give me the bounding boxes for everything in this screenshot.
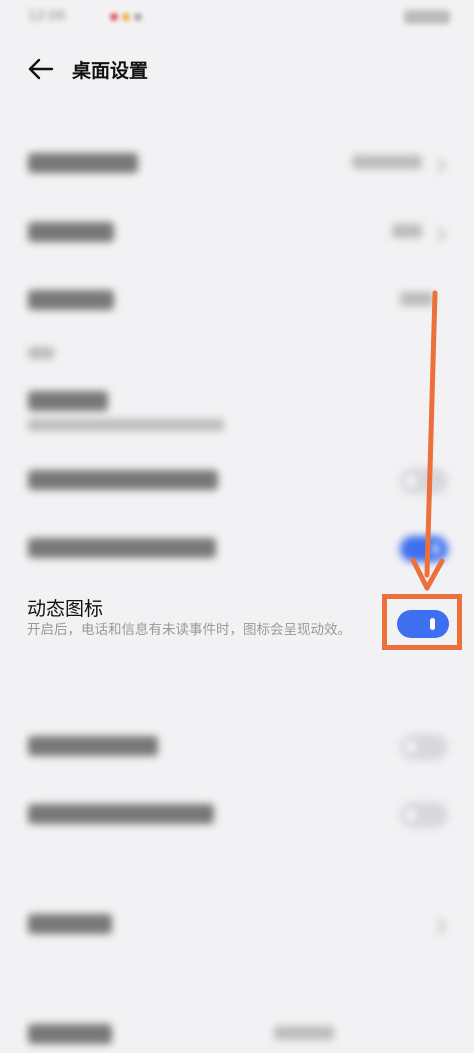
settings-row-blurred[interactable] xyxy=(0,728,474,768)
blurred-label xyxy=(28,222,114,242)
chevron-right-icon xyxy=(430,918,447,935)
blurred-label xyxy=(28,1024,112,1044)
blurred-label xyxy=(28,804,214,824)
blurred-value xyxy=(400,292,434,306)
blurred-value xyxy=(392,224,422,238)
status-notification-icons xyxy=(110,13,142,21)
blurred-toggle-switch[interactable] xyxy=(400,536,448,562)
blurred-label xyxy=(28,470,218,490)
blurred-value xyxy=(352,155,422,169)
blurred-value xyxy=(274,1026,334,1040)
blurred-label xyxy=(28,391,108,411)
blurred-label xyxy=(28,914,112,934)
settings-row-blurred[interactable] xyxy=(0,1016,474,1053)
status-time: 12:00 xyxy=(28,9,66,24)
back-arrow-icon[interactable] xyxy=(26,54,60,84)
chevron-right-icon xyxy=(430,157,447,174)
header: 桌面设置 xyxy=(0,42,474,96)
blurred-label xyxy=(28,290,114,310)
blurred-section-header xyxy=(28,347,54,359)
settings-row-blurred[interactable] xyxy=(0,462,474,502)
settings-row-blurred[interactable] xyxy=(0,214,474,254)
blurred-label xyxy=(28,153,138,173)
battery-signal-icon xyxy=(404,10,450,24)
settings-row-blurred[interactable] xyxy=(0,530,474,570)
blurred-toggle-switch[interactable] xyxy=(400,802,448,828)
settings-row-blurred[interactable] xyxy=(0,282,474,322)
blurred-label xyxy=(28,538,216,558)
highlight-box xyxy=(382,594,462,650)
settings-row-blurred[interactable] xyxy=(0,796,474,836)
status-bar: 12:00 xyxy=(0,0,474,36)
dynamic-icon-title: 动态图标 xyxy=(27,598,104,620)
settings-row-blurred[interactable] xyxy=(0,145,474,185)
blurred-description xyxy=(28,419,224,431)
blurred-toggle-switch[interactable] xyxy=(400,468,448,494)
chevron-right-icon xyxy=(430,226,447,243)
dynamic-icon-description: 开启后，电话和信息有未读事件时，图标会呈现动效。 xyxy=(27,622,351,638)
settings-row-blurred[interactable] xyxy=(0,906,474,946)
blurred-toggle-switch[interactable] xyxy=(400,734,448,760)
blurred-label xyxy=(28,736,158,756)
settings-row-blurred[interactable] xyxy=(0,385,474,441)
page-title: 桌面设置 xyxy=(72,60,149,82)
